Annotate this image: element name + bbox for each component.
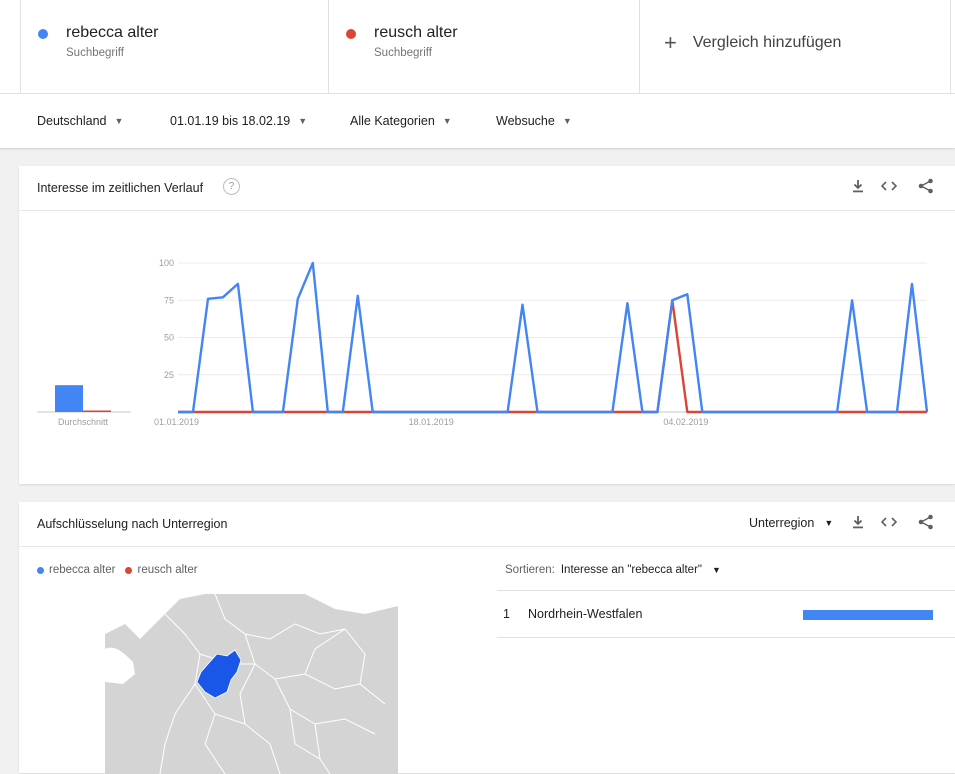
x-tick-label: 18.01.2019 [409, 417, 454, 427]
card-header: Aufschlüsselung nach Unterregion Unterre… [19, 502, 955, 547]
legend-item: rebecca alter [37, 564, 115, 576]
term-name[interactable]: reusch alter [374, 24, 458, 42]
x-tick-label: 01.01.2019 [154, 417, 199, 427]
country-filter-value: Deutschland [37, 114, 107, 128]
y-tick-label: 25 [164, 370, 174, 380]
dropdown-arrow-icon: ▼ [824, 518, 834, 528]
dropdown-arrow-icon: ▼ [712, 565, 721, 575]
map-svg [105, 594, 398, 774]
y-tick-label: 100 [159, 258, 174, 268]
legend-label: reusch alter [137, 564, 198, 576]
rank-number: 1 [503, 607, 510, 621]
share-icon[interactable] [916, 512, 936, 532]
sort-control[interactable]: Sortieren: Interesse an "rebecca alter" … [505, 564, 721, 576]
category-filter[interactable]: Alle Kategorien ▼ [350, 114, 452, 128]
filter-bar: Deutschland ▼ 01.01.19 bis 18.02.19 ▼ Al… [0, 93, 955, 148]
compare-header: rebecca alter Suchbegriff reusch alter S… [0, 0, 955, 148]
dropdown-arrow-icon: ▼ [442, 116, 452, 126]
legend-dot-red [125, 566, 133, 574]
card-title: Interesse im zeitlichen Verlauf [37, 181, 204, 195]
date-range-filter[interactable]: 01.01.19 bis 18.02.19 ▼ [170, 114, 307, 128]
add-comparison-button[interactable]: + Vergleich hinzufügen [640, 0, 951, 93]
dropdown-arrow-icon: ▼ [298, 116, 308, 126]
term-type-label: Suchbegriff [66, 47, 124, 59]
region-name[interactable]: Nordrhein-Westfalen [528, 607, 642, 621]
term-name[interactable]: rebecca alter [66, 24, 159, 42]
search-terms-row: rebecca alter Suchbegriff reusch alter S… [20, 0, 955, 93]
region-ranking-list: 1 Nordrhein-Westfalen [497, 590, 955, 638]
help-icon[interactable]: ? [223, 178, 240, 195]
search-term-2[interactable]: reusch alter Suchbegriff [329, 0, 640, 93]
sort-label: Sortieren: [505, 564, 555, 576]
interest-over-time-card: Interesse im zeitlichen Verlauf ? 25 50 75… [19, 166, 955, 484]
category-value: Alle Kategorien [350, 114, 435, 128]
interest-line-chart: 25 50 75 100 01.01.2019 18.01.2019 04.02.2019 D… [37, 258, 929, 427]
add-comparison-label: Vergleich hinzufügen [692, 34, 842, 51]
map-legend: rebecca alter reusch alter [37, 564, 208, 576]
card-title: Aufschlüsselung nach Unterregion [37, 517, 228, 531]
dropdown-arrow-icon: ▼ [562, 116, 572, 126]
date-range-value: 01.01.19 bis 18.02.19 [170, 114, 291, 128]
download-icon[interactable] [848, 512, 868, 532]
value-bar-track [803, 610, 933, 620]
download-icon[interactable] [848, 176, 868, 196]
search-term-1[interactable]: rebecca alter Suchbegriff [20, 0, 329, 93]
embed-icon[interactable] [879, 512, 899, 532]
plus-icon: + [664, 30, 677, 55]
y-tick-label: 50 [164, 333, 174, 343]
share-icon[interactable] [916, 176, 936, 196]
sort-value: Interesse an "rebecca alter" [560, 564, 702, 576]
chart-area: 25 50 75 100 01.01.2019 18.01.2019 04.02.2019 D… [19, 211, 955, 485]
country-filter[interactable]: Deutschland ▼ [37, 114, 123, 128]
search-type-value: Websuche [496, 114, 555, 128]
x-tick-label: 04.02.2019 [663, 417, 708, 427]
legend-label: rebecca alter [49, 564, 116, 576]
term-color-dot-red [346, 29, 356, 39]
search-type-filter[interactable]: Websuche ▼ [496, 114, 572, 128]
average-label: Durchschnitt [58, 417, 109, 427]
average-bar-rebecca-alter [55, 385, 83, 412]
average-bar-reusch-alter [83, 410, 111, 412]
term-type-label: Suchbegriff [374, 47, 432, 59]
list-item[interactable]: 1 Nordrhein-Westfalen [497, 590, 955, 638]
y-tick-label: 75 [164, 295, 174, 305]
term-color-dot-blue [38, 29, 48, 39]
dropdown-arrow-icon: ▼ [114, 116, 124, 126]
region-level-value: Unterregion [749, 516, 815, 530]
embed-icon[interactable] [879, 176, 899, 196]
subregion-card: Aufschlüsselung nach Unterregion Unterre… [19, 502, 955, 774]
region-level-select[interactable]: Unterregion ▼ [749, 516, 833, 530]
card-header: Interesse im zeitlichen Verlauf ? [19, 166, 955, 211]
legend-item: reusch alter [125, 564, 198, 576]
value-bar [803, 610, 933, 620]
add-comparison[interactable]: + Vergleich hinzufügen [664, 32, 841, 54]
germany-region-map[interactable] [105, 594, 398, 774]
legend-dot-blue [37, 566, 44, 574]
